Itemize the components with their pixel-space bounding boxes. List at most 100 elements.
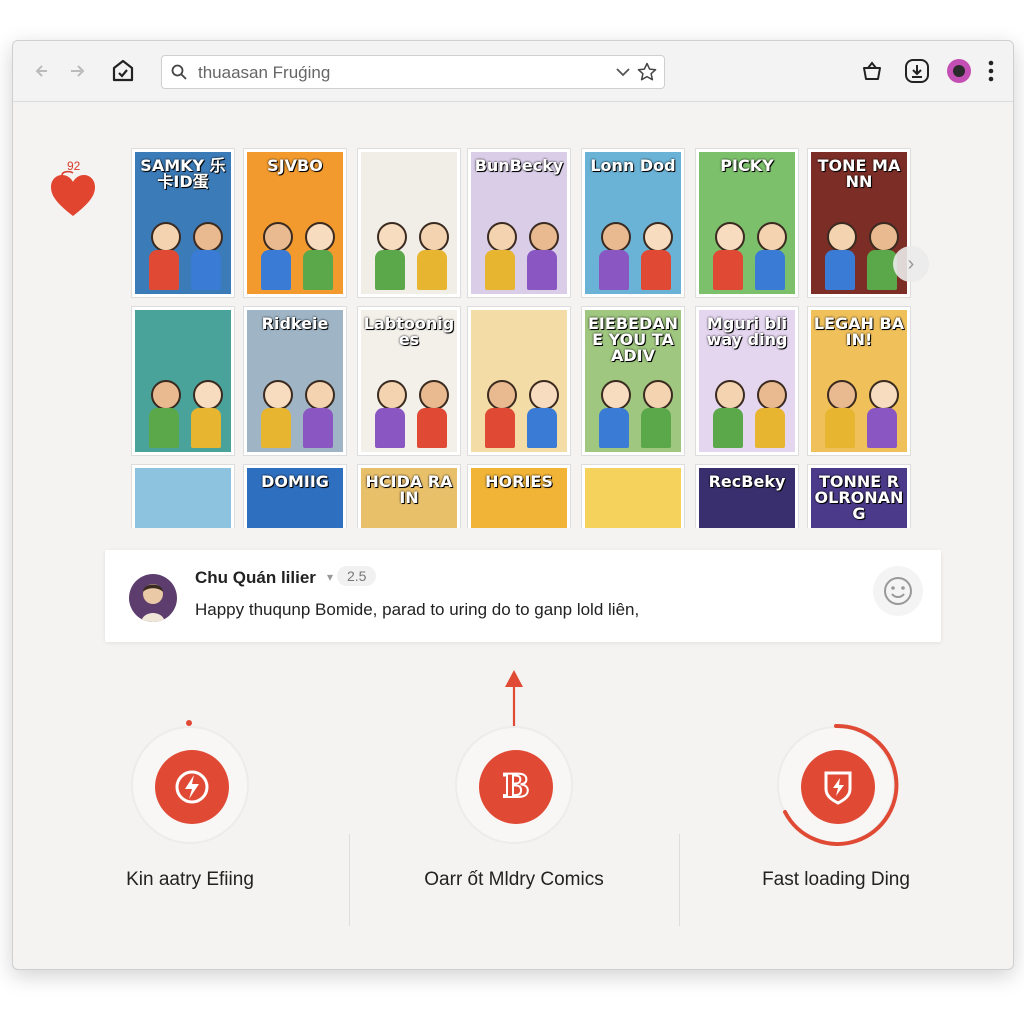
basket-icon[interactable] [859, 58, 885, 84]
comic-cover[interactable]: Mguri bliway ding [695, 306, 799, 456]
character-head [377, 222, 407, 252]
comic-cover-art [471, 310, 567, 452]
character-body [867, 250, 897, 290]
download-icon[interactable] [903, 57, 931, 85]
comic-grid: SAMKY 乐卡ID蛋 SJVBO BunBecky Lonn Dod PICKY TON… [131, 148, 921, 528]
character-body [149, 250, 179, 290]
comic-cover[interactable] [581, 464, 685, 528]
character-body [485, 408, 515, 448]
comic-title: Ridkeie [261, 314, 329, 333]
browser-toolbar: thuaasan Fruǵing [13, 41, 1013, 102]
comment-author[interactable]: Chu Quán lilier [195, 568, 316, 588]
character-body [713, 250, 743, 290]
character-head [419, 380, 449, 410]
comic-cover[interactable]: TONNE ROLRONANG [807, 464, 911, 528]
character-head [827, 380, 857, 410]
comic-cover[interactable]: EIEBEDANE YOU TAADIV [581, 306, 685, 456]
comic-title: LEGAH BAIN! [813, 314, 905, 349]
character-head [869, 380, 899, 410]
comic-cover[interactable]: HCIDA RAIN [357, 464, 461, 528]
character-head [151, 380, 181, 410]
comic-cover[interactable]: Lonn Dod [581, 148, 685, 298]
carousel-next-button[interactable]: › [893, 246, 929, 282]
character-head [715, 222, 745, 252]
character-body [417, 250, 447, 290]
comic-title: SJVBO [267, 156, 323, 175]
comic-title: TONNE ROLRONANG [814, 472, 904, 523]
smiley-icon [884, 577, 912, 605]
more-icon[interactable] [981, 57, 1001, 85]
character-head [487, 380, 517, 410]
character-head [757, 222, 787, 252]
character-head [827, 222, 857, 252]
comic-cover-art: BunBecky [471, 152, 567, 294]
character-head [151, 222, 181, 252]
arrow-right-icon[interactable] [65, 59, 89, 83]
comic-cover[interactable]: TONE MANN [807, 148, 911, 298]
search-input[interactable]: thuaasan Fruǵing [161, 55, 665, 89]
feature-ring [131, 726, 249, 844]
comic-cover-art: Lonn Dod [585, 152, 681, 294]
comic-title: HCIDA RAIN [365, 472, 453, 507]
svg-text:B: B [502, 767, 529, 805]
search-icon [170, 63, 188, 81]
comic-cover[interactable]: DOMIIG [243, 464, 347, 528]
comic-cover[interactable] [131, 464, 235, 528]
comic-title: BunBecky [474, 156, 564, 175]
character-head [487, 222, 517, 252]
rating-badge: 2.5 [337, 566, 377, 586]
comic-title: TONE MANN [817, 156, 901, 191]
comic-cover[interactable]: BunBecky [467, 148, 571, 298]
comic-cover-art: DOMIIG [247, 468, 343, 528]
character-body [527, 250, 557, 290]
comic-cover-art: SJVBO [247, 152, 343, 294]
comic-cover[interactable]: SAMKY 乐卡ID蛋 [131, 148, 235, 298]
comic-title: SAMKY 乐卡ID蛋 [140, 156, 226, 191]
character-body [417, 408, 447, 448]
comic-cover[interactable]: HORIES [467, 464, 571, 528]
search-text: thuaasan Fruǵing [198, 63, 331, 82]
character-body [375, 408, 405, 448]
chevron-down-icon[interactable]: ▾ [327, 570, 333, 584]
profile-icon[interactable] [945, 57, 973, 85]
character-body [261, 408, 291, 448]
comic-cover[interactable]: RecBeky [695, 464, 799, 528]
comic-title: Labtooniges [363, 314, 455, 349]
comic-cover[interactable]: SJVBO [243, 148, 347, 298]
avatar[interactable] [129, 574, 177, 622]
comic-cover-art [585, 468, 681, 528]
character-body [527, 408, 557, 448]
feature-instant[interactable]: Kin aatry Efiing [13, 720, 343, 926]
comic-cover-art: TONNE ROLRONANG [811, 468, 907, 528]
character-body [149, 408, 179, 448]
browser-window: thuaasan Fruǵing 92 SAMKY 乐卡ID蛋 SJVBO Bu… [12, 40, 1014, 970]
comic-cover[interactable] [467, 306, 571, 456]
check-shield-icon[interactable] [109, 57, 137, 85]
feature-fast-loading[interactable]: Fast loading Ding [659, 723, 989, 926]
comic-title: PICKY [720, 156, 774, 175]
comic-cover[interactable]: PICKY [695, 148, 799, 298]
comment-text: Happy thuqunp Bomide, parad to uring do … [195, 600, 640, 619]
heart-icon[interactable]: 92 [49, 159, 97, 225]
character-head [193, 222, 223, 252]
comic-cover[interactable] [131, 306, 235, 456]
character-body [755, 408, 785, 448]
character-head [419, 222, 449, 252]
comic-cover[interactable] [357, 148, 461, 298]
arrow-left-icon[interactable] [31, 59, 55, 83]
character-head [715, 380, 745, 410]
comic-cover-art: TONE MANN [811, 152, 907, 294]
character-head [643, 222, 673, 252]
chevron-down-icon[interactable] [614, 63, 632, 81]
comic-cover[interactable]: Labtooniges [357, 306, 461, 456]
comic-cover[interactable]: Ridkeie [243, 306, 347, 456]
comic-title: Lonn Dod [590, 156, 676, 175]
comic-cover[interactable]: LEGAH BAIN! [807, 306, 911, 456]
feature-comics[interactable]: B Oarr ốt Mldry Comics [337, 726, 667, 926]
comment-card: Chu Quán lilier ▾ 2.5 Happy thuqunp Bomi… [105, 550, 941, 642]
character-body [191, 250, 221, 290]
emoji-react-button[interactable] [873, 566, 923, 616]
character-body [599, 408, 629, 448]
star-icon[interactable] [636, 61, 658, 83]
character-head [601, 380, 631, 410]
